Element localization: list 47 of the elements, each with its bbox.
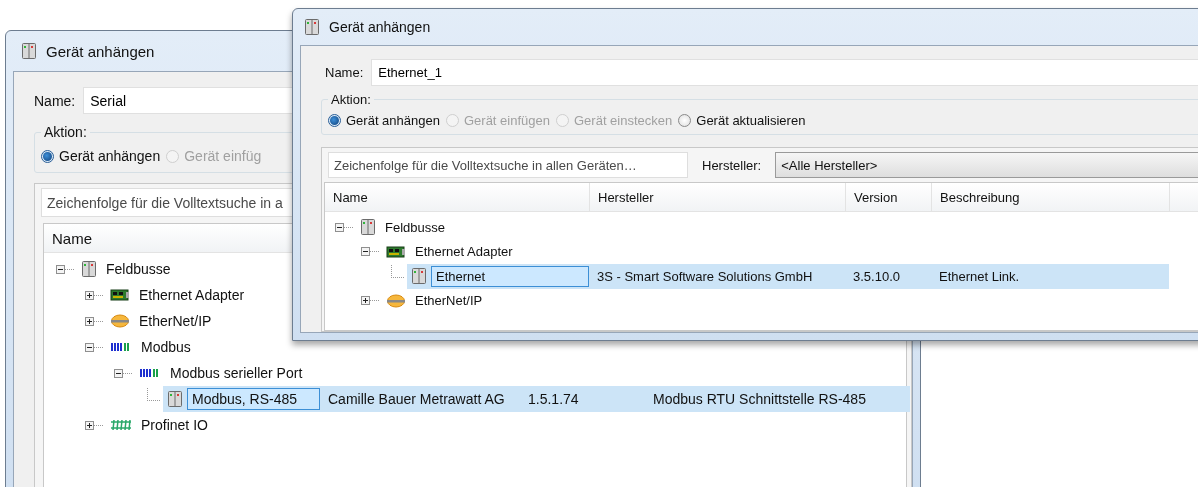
bars-icon <box>110 341 132 353</box>
device-icon <box>411 267 427 286</box>
table-cell: 3S - Smart Software Solutions GmbH <box>589 264 845 289</box>
vendor-label: Hersteller: <box>702 157 762 173</box>
device-icon <box>167 390 183 408</box>
bars-icon <box>139 367 161 379</box>
tree-item[interactable]: Ethernet Adapter <box>410 241 589 263</box>
table-cell: Modbus RTU Schnittstelle RS-485 <box>645 386 910 412</box>
window-title: Gerät anhängen <box>329 19 431 35</box>
name-label: Name: <box>325 65 364 80</box>
name-field[interactable]: Ethernet_1 <box>371 59 1198 86</box>
tree-item[interactable]: EtherNet/IP <box>410 290 589 312</box>
column-header[interactable]: Beschreibung <box>932 183 1170 211</box>
radio-option[interactable]: Gerät anhängen <box>328 113 440 128</box>
table-cell: 3.5.10.0 <box>845 264 931 289</box>
circuit-board-icon <box>386 244 406 259</box>
tree-item[interactable]: Modbus <box>136 336 320 358</box>
tree-item[interactable]: Modbus serieller Port <box>165 362 320 384</box>
tree-item[interactable]: Feldbusse <box>380 216 589 238</box>
table-cell: Camille Bauer Metrawatt AG <box>320 386 520 412</box>
radio-option[interactable]: Gerät anhängen <box>41 148 161 164</box>
table-cell: 1.5.1.74 <box>520 386 645 412</box>
device-icon <box>304 18 320 36</box>
device-icon <box>81 260 97 278</box>
device-icon <box>21 42 37 60</box>
radio-option[interactable]: Gerät aktualisieren <box>678 113 806 128</box>
radio-button[interactable] <box>328 114 341 127</box>
search-field[interactable]: Zeichenfolge für die Volltextsuche in allen Geräten… <box>328 152 688 178</box>
device-icon <box>360 218 376 237</box>
table-cell: Ethernet Link. <box>931 264 1169 289</box>
name-label: Name: <box>34 92 76 109</box>
group-label: Aktion: <box>43 124 88 140</box>
column-header[interactable]: Name <box>325 183 590 211</box>
radio-button[interactable] <box>41 149 54 163</box>
circuit-board-icon <box>110 288 130 302</box>
column-header[interactable]: Hersteller <box>590 183 846 211</box>
ring-icon <box>110 314 130 328</box>
vendor-dropdown[interactable]: <Alle Hersteller> <box>775 152 1198 178</box>
tree-item[interactable]: Ethernet <box>431 265 589 287</box>
column-header[interactable]: Version <box>846 183 932 211</box>
grid-icon <box>110 419 132 431</box>
window-title: Gerät anhängen <box>46 42 155 60</box>
radio-button[interactable] <box>678 114 692 127</box>
tree-item[interactable]: Profinet IO <box>136 414 320 436</box>
ring-icon <box>386 293 406 308</box>
group-label: Aktion: <box>330 92 372 107</box>
tree-item[interactable]: Modbus, RS-485 <box>187 388 320 410</box>
